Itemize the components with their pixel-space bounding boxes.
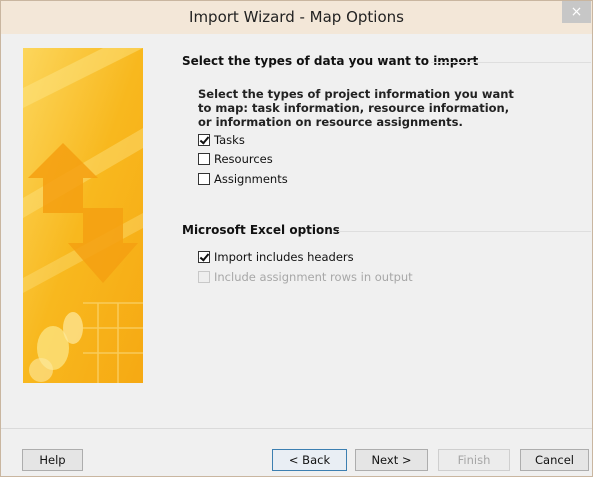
section-title-data-types: Select the types of data you want to imp… xyxy=(182,54,479,68)
section-divider xyxy=(431,62,591,63)
section-title-excel-options: Microsoft Excel options xyxy=(182,223,340,237)
import-wizard-window: Import Wizard - Map Options × Select the… xyxy=(0,0,593,477)
resources-checkbox[interactable]: Resources xyxy=(198,151,273,167)
wizard-banner-art xyxy=(23,48,143,383)
close-icon[interactable]: × xyxy=(562,1,591,23)
checkbox-box[interactable] xyxy=(198,153,210,165)
section-description: Select the types of project information … xyxy=(198,87,514,129)
tasks-label: Tasks xyxy=(214,133,245,147)
tasks-checkbox[interactable]: Tasks xyxy=(198,132,245,148)
wizard-banner-image xyxy=(23,48,143,383)
checkbox-box[interactable] xyxy=(198,251,210,263)
import-headers-label: Import includes headers xyxy=(214,250,354,264)
window-title: Import Wizard - Map Options xyxy=(189,8,404,26)
help-button[interactable]: Help xyxy=(22,449,83,471)
assignments-checkbox[interactable]: Assignments xyxy=(198,171,288,187)
import-headers-checkbox[interactable]: Import includes headers xyxy=(198,249,354,265)
finish-button: Finish xyxy=(438,449,510,471)
checkbox-box xyxy=(198,271,210,283)
title-bar: Import Wizard - Map Options × xyxy=(1,1,592,34)
next-button[interactable]: Next > xyxy=(355,449,428,471)
checkbox-box[interactable] xyxy=(198,173,210,185)
cancel-button[interactable]: Cancel xyxy=(520,449,589,471)
include-assignment-rows-checkbox: Include assignment rows in output xyxy=(198,269,413,285)
include-assignment-rows-label: Include assignment rows in output xyxy=(214,270,413,284)
checkbox-box[interactable] xyxy=(198,134,210,146)
back-button[interactable]: < Back xyxy=(272,449,347,471)
resources-label: Resources xyxy=(214,152,273,166)
section-divider xyxy=(338,231,591,232)
assignments-label: Assignments xyxy=(214,172,288,186)
footer-divider xyxy=(1,428,592,429)
